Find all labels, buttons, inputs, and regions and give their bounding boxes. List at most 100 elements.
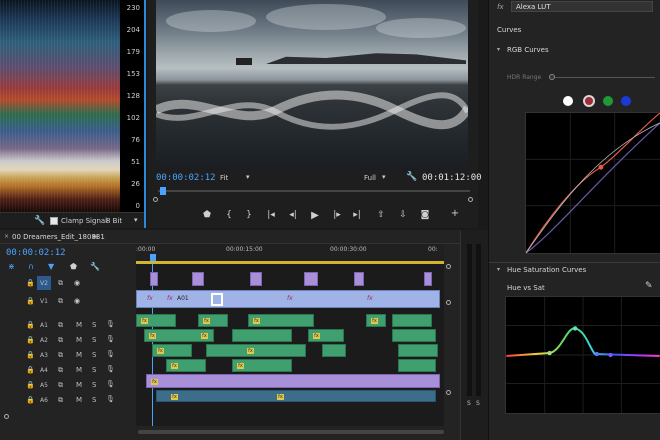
playhead-marker[interactable] [160,187,166,195]
music-clip[interactable]: fx [146,374,440,388]
mic-icon[interactable]: 🎙 [106,350,115,358]
audio-clip[interactable]: fx fx [144,329,214,342]
timeline-timecode[interactable]: 00:00:02:12 [6,248,66,258]
solo-button[interactable]: S [92,381,96,389]
mic-icon[interactable]: 🎙 [106,395,115,403]
video-clip[interactable] [150,272,158,286]
sync-lock-icon[interactable]: ⧉ [58,351,63,360]
close-icon[interactable]: × [4,233,9,240]
audio-clip[interactable]: fx [166,359,206,372]
blue-channel-dot[interactable] [621,96,631,106]
collapse-chevron-icon[interactable]: ▾ [497,266,500,273]
eye-icon[interactable]: ◉ [74,297,80,305]
bit-depth-select[interactable]: 8 Bit [106,217,122,225]
chevron-down-icon[interactable]: ▾ [382,173,386,181]
audio-clip[interactable]: fx [206,344,306,357]
video-clip[interactable] [304,272,318,286]
sequence-name[interactable]: 00 Dreamers_Edit_180831 [12,233,105,241]
mute-button[interactable]: M [76,321,82,329]
clamp-signal-checkbox[interactable] [50,217,58,225]
audio-clip[interactable] [322,344,346,357]
hue-vs-sat-graph[interactable] [505,296,660,414]
eye-icon[interactable]: ◉ [74,279,80,287]
sequence-nest-icon[interactable]: ▼ [48,262,54,271]
lock-icon[interactable]: 🔒 [26,351,35,359]
lock-icon[interactable]: 🔒 [26,297,35,305]
sync-lock-icon[interactable]: ⧉ [58,297,63,306]
mute-button[interactable]: M [76,351,82,359]
rgb-curve-graph[interactable] [525,112,660,254]
sync-lock-icon[interactable]: ⧉ [58,396,63,405]
playhead-timecode[interactable]: 00:00:02:12 [156,173,216,183]
mic-icon[interactable]: 🎙 [106,320,115,328]
video-clip[interactable] [424,272,432,286]
audio-clip[interactable]: fx [308,329,344,342]
audio-clip[interactable]: fx [232,359,292,372]
time-ruler[interactable]: :00:00 00:00:15:00 00:00:30:00 00: [136,244,444,264]
scroll-handle[interactable] [446,300,451,305]
camera-icon[interactable]: ◙ [418,210,432,220]
wrench-icon[interactable]: 🔧 [406,172,417,182]
wrench-icon[interactable]: 🔧 [90,262,100,271]
solo-button[interactable]: S [92,336,96,344]
hdr-range-handle[interactable] [549,74,555,80]
audio-clip[interactable]: fx [136,314,176,327]
wrench-icon[interactable]: 🔧 [34,216,45,226]
hdr-range-slider[interactable] [551,77,655,78]
audio-clip[interactable]: fx [198,314,228,327]
video-clip-v1[interactable]: fx fx A01 fx fx [136,290,440,308]
in-handle[interactable] [153,197,158,202]
solo-button[interactable]: S [92,351,96,359]
lock-icon[interactable]: 🔒 [26,321,35,329]
effect-select[interactable]: Alexa LUT [511,1,653,12]
solo-left-button[interactable]: S [467,400,471,407]
mic-icon[interactable]: 🎙 [106,335,115,343]
video-clip[interactable] [250,272,262,286]
lock-icon[interactable]: 🔒 [26,279,35,287]
extract-icon[interactable]: ⇩ [396,210,410,220]
snap-icon[interactable]: ⋇ [8,262,15,271]
go-to-in-icon[interactable]: |◂ [264,210,278,220]
go-to-out-icon[interactable]: ▸| [350,210,364,220]
scroll-handle[interactable] [446,264,451,269]
audio-clip[interactable]: fx [366,314,386,327]
eyedropper-icon[interactable]: ✎ [645,281,653,291]
rgb-curves-title[interactable]: RGB Curves [507,46,549,54]
resolution-select[interactable]: Full [364,174,376,182]
step-back-icon[interactable]: ◂| [286,210,300,220]
audio-clip[interactable] [398,359,436,372]
lock-icon[interactable]: 🔒 [26,381,35,389]
audio-clip[interactable]: fx [152,344,192,357]
mic-icon[interactable]: 🎙 [106,365,115,373]
solo-button[interactable]: S [92,366,96,374]
white-channel-dot[interactable] [563,96,573,106]
solo-right-button[interactable]: S [476,400,480,407]
audio-clip[interactable]: fx [248,314,314,327]
sync-lock-icon[interactable]: ⧉ [58,336,63,345]
audio-clip-a6[interactable]: fx fx [156,390,436,402]
step-forward-icon[interactable]: |▸ [330,210,344,220]
chevron-down-icon[interactable]: ▾ [246,173,250,181]
audio-clip[interactable] [398,344,438,357]
mute-button[interactable]: M [76,381,82,389]
lift-icon[interactable]: ⇧ [374,210,388,220]
solo-button[interactable]: S [92,321,96,329]
work-area-bar[interactable] [136,261,444,264]
mark-out-icon[interactable]: } [242,210,256,220]
selected-clip[interactable] [211,293,223,306]
solo-button[interactable]: S [92,396,96,404]
scrub-bar[interactable] [158,190,470,192]
sync-lock-icon[interactable]: ⧉ [58,279,63,288]
marker-icon[interactable]: ⬟ [200,210,214,220]
zoom-handle[interactable] [4,414,9,419]
red-channel-dot[interactable] [583,95,595,107]
play-icon[interactable]: ▶ [308,210,322,221]
audio-clip[interactable] [392,329,436,342]
audio-clip[interactable] [232,329,292,342]
audio-clip[interactable] [392,314,432,327]
menu-icon[interactable]: ≡ [92,232,99,241]
zoom-select[interactable]: Fit [220,174,228,182]
linked-selection-icon[interactable]: ∩ [28,262,34,271]
lock-icon[interactable]: 🔒 [26,366,35,374]
chevron-down-icon[interactable]: ▾ [134,216,138,224]
